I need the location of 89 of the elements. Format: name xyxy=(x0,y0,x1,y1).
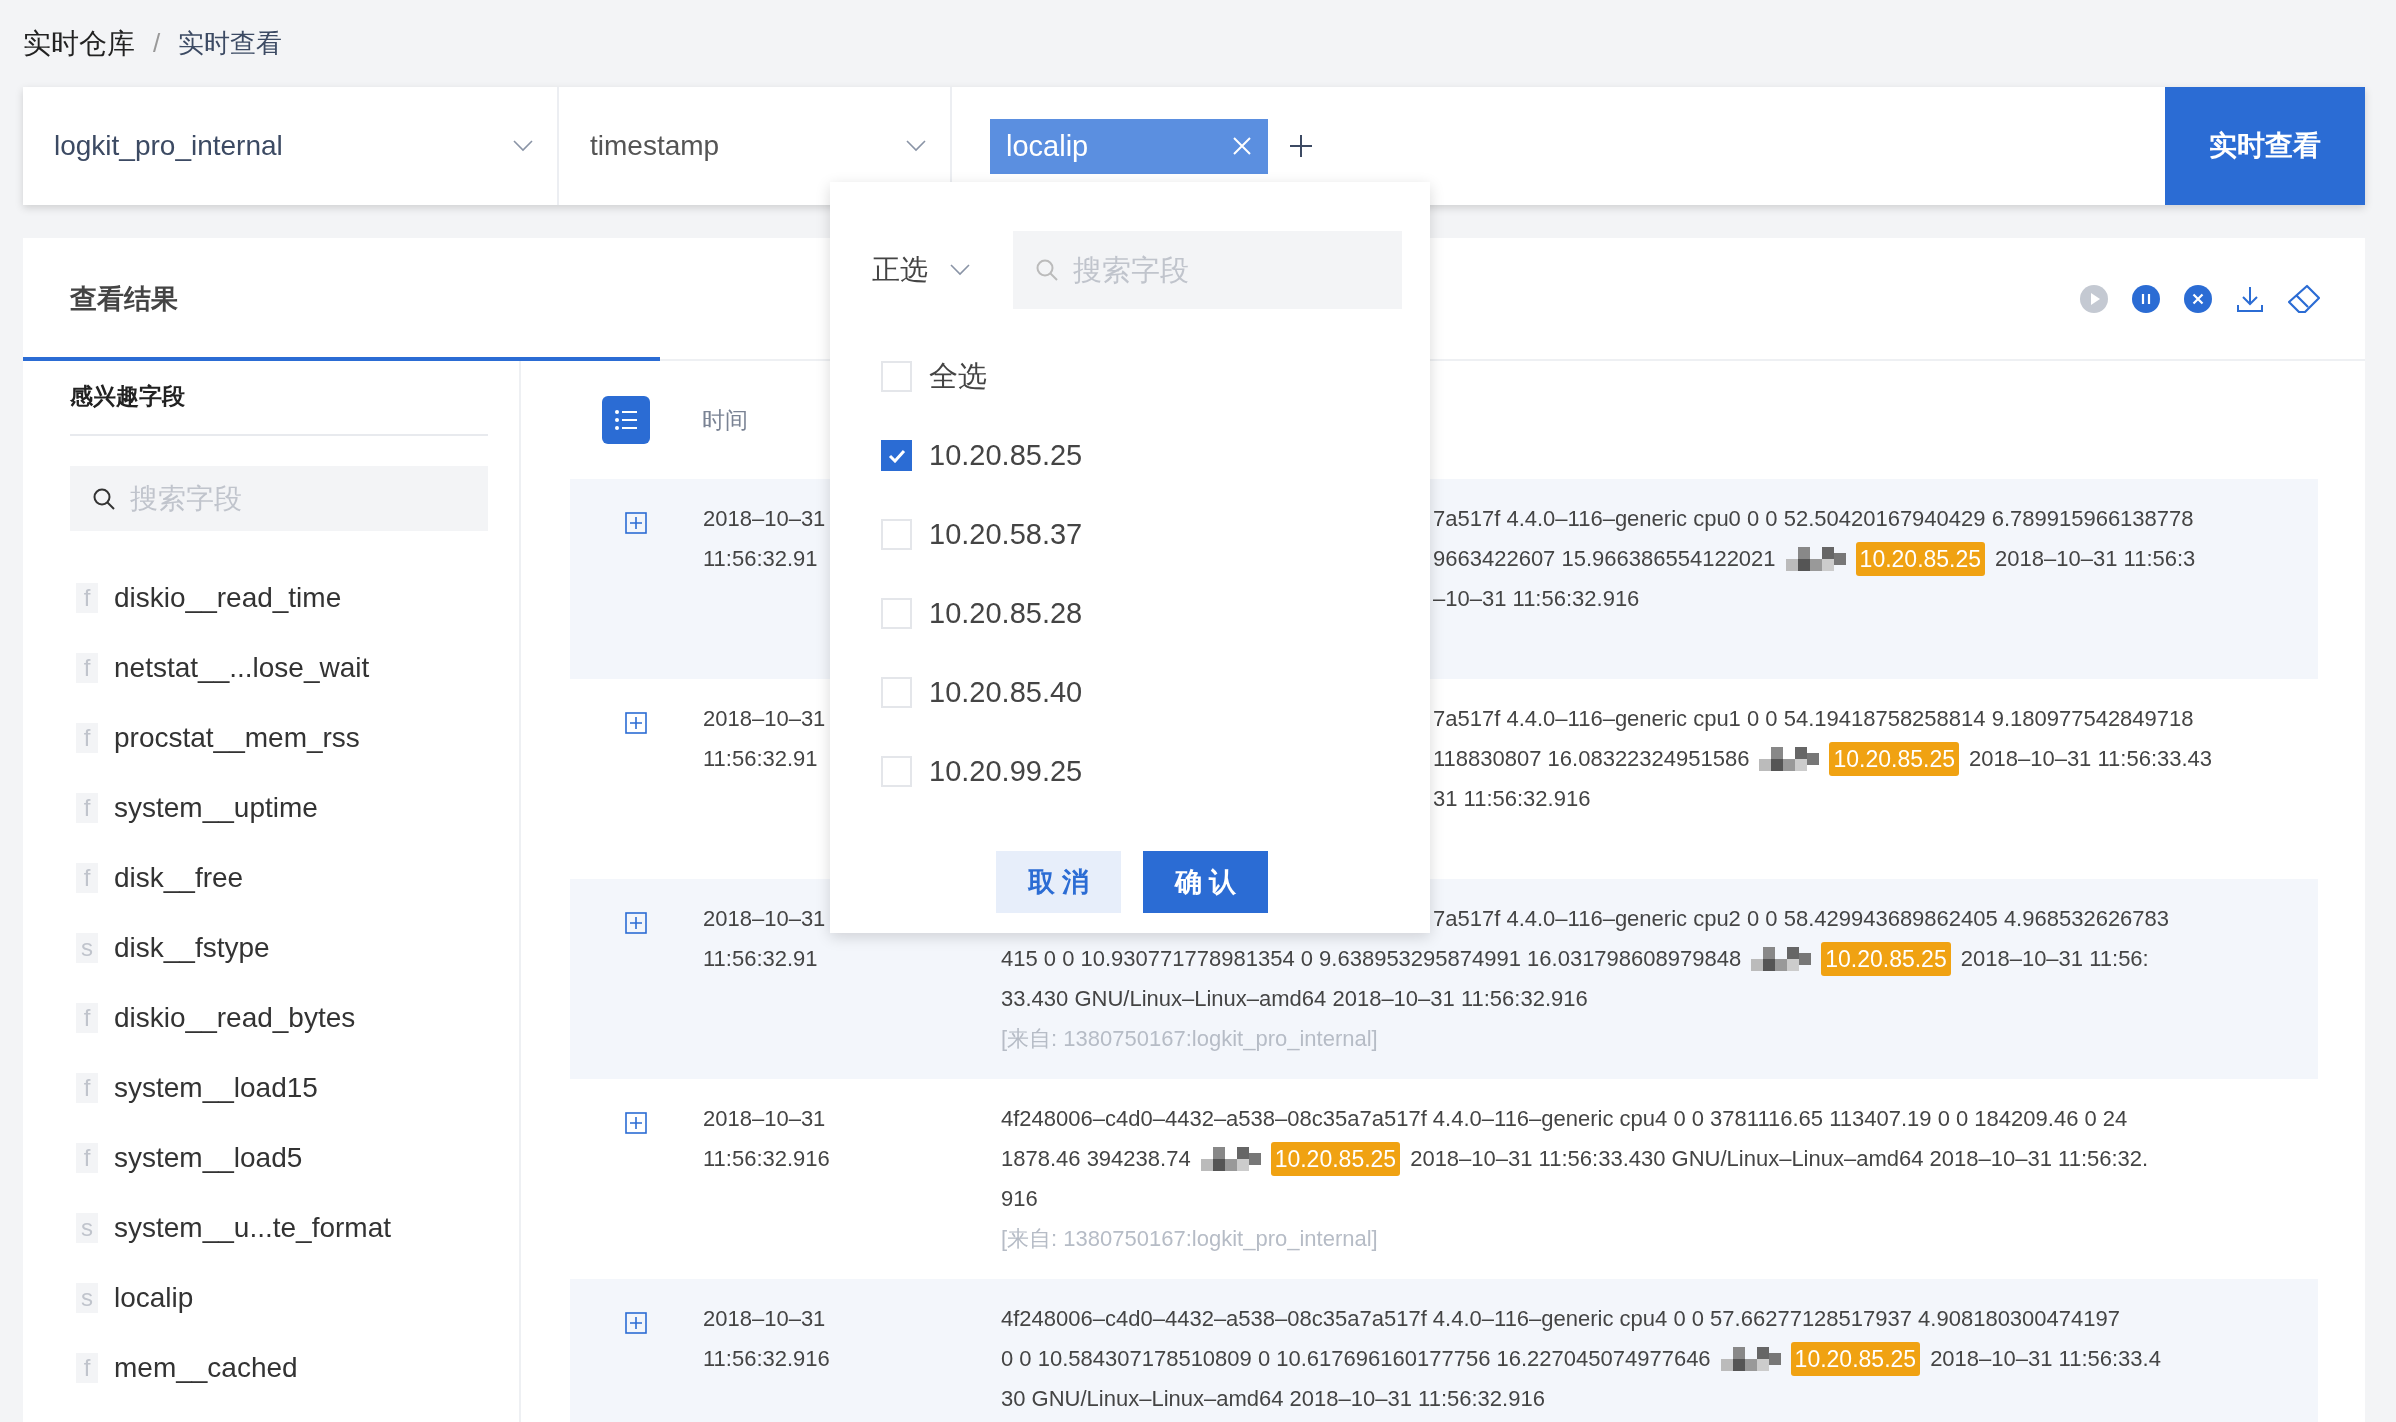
eraser-icon[interactable] xyxy=(2287,283,2321,314)
live-view-button[interactable]: 实时查看 xyxy=(2165,87,2365,205)
results-tab[interactable]: 查看结果 xyxy=(70,280,178,317)
list-icon[interactable] xyxy=(602,396,650,444)
log-text: 2018–10–31 11:56:33.43 xyxy=(1969,745,2213,773)
field-name[interactable]: localip xyxy=(114,1282,194,1314)
log-text: 2018–10–31 11:56:3 xyxy=(1995,545,2196,573)
log-source: [来自: 1380750167:logkit_pro_internal] xyxy=(1001,1026,1378,1051)
field-name[interactable]: disk__fstype xyxy=(114,932,270,964)
field-name[interactable]: system__uptime xyxy=(114,792,318,824)
expand-icon[interactable] xyxy=(625,1112,647,1134)
column-header: 时间 xyxy=(702,405,748,435)
cancel-button[interactable]: 取 消 xyxy=(996,851,1121,913)
log-date: 2018–10–31 xyxy=(703,505,826,533)
log-time: 11:56:32.91 xyxy=(703,745,818,773)
option-label[interactable]: 10.20.85.40 xyxy=(929,676,1083,709)
field-name[interactable]: diskio__read_time xyxy=(114,582,342,614)
log-text: 30 GNU/Linux–Linux–amd64 2018–10–31 11:56:32.916 xyxy=(1001,1385,1545,1413)
option-label[interactable]: 10.20.85.25 xyxy=(929,439,1083,472)
search-icon xyxy=(1035,258,1059,282)
log-date: 2018–10–31 xyxy=(703,705,826,733)
log-text: 118830807 16.08322324951586 xyxy=(1433,745,1750,773)
log-text: 9663422607 15.966386554122021 xyxy=(1433,545,1776,573)
log-text: 4f248006–c4d0–4432–a538–08c35a7a517f 4.4.0–116–generic cpu4 0 0 3781116.65 113407.19 0 0 184209.46 0 24 xyxy=(1001,1105,2128,1133)
check-icon xyxy=(887,448,906,463)
highlight-tag: 10.20.85.25 xyxy=(1790,1342,1921,1376)
pixelated-mark xyxy=(1200,1146,1261,1172)
field-name[interactable]: system__u...te_format xyxy=(114,1212,391,1244)
log-text: 2018–10–31 11:56: xyxy=(1960,945,2149,973)
log-text: 1878.46 394238.74 xyxy=(1001,1145,1191,1173)
log-text: 415 0 0 10.930771778981354 0 9.638953295874991 16.031798608979848 xyxy=(1001,945,1742,973)
repo-select[interactable]: logkit_pro_internal xyxy=(23,87,559,205)
pixelated-mark xyxy=(1759,746,1820,772)
pause-icon[interactable] xyxy=(2131,283,2161,314)
field-name[interactable]: system__load5 xyxy=(114,1142,303,1174)
expand-icon[interactable] xyxy=(625,1312,647,1334)
option-label[interactable]: 全选 xyxy=(929,356,987,397)
search-icon xyxy=(92,486,116,511)
highlight-tag: 10.20.85.25 xyxy=(1821,942,1951,976)
option-label[interactable]: 10.20.99.25 xyxy=(929,755,1083,788)
log-time: 11:56:32.91 xyxy=(703,945,818,973)
fields-title: 感兴趣字段 xyxy=(70,381,488,436)
log-text: 4f248006–c4d0–4432–a538–08c35a7a517f 4.4.0–116–generic cpu4 0 0 57.66277128517937 4.908180300474197 xyxy=(1001,1305,2120,1333)
log-time: 11:56:32.91 xyxy=(703,545,818,573)
field-name[interactable]: diskio__read_bytes xyxy=(114,1002,356,1034)
log-date: 2018–10–31 xyxy=(703,905,826,933)
field-name[interactable]: mem__cached xyxy=(114,1352,298,1384)
log-time: 11:56:32.916 xyxy=(703,1345,830,1373)
highlight-tag: 10.20.85.25 xyxy=(1855,542,1986,576)
chevron-down-icon xyxy=(906,140,926,152)
log-text: –10–31 11:56:32.916 xyxy=(1433,585,1640,613)
log-text: 31 11:56:32.916 xyxy=(1433,785,1591,813)
expand-icon[interactable] xyxy=(625,912,647,934)
chevron-down-icon xyxy=(513,140,533,152)
log-text: 7a517f 4.4.0–116–generic cpu1 0 0 54.19418758258814 9.180977542849718 xyxy=(1433,705,2194,733)
log-time: 11:56:32.916 xyxy=(703,1145,830,1173)
breadcrumb-item[interactable]: 实时查看 xyxy=(178,26,283,61)
log-text: 916 xyxy=(1001,1185,1038,1213)
mode-select[interactable]: 正选 xyxy=(872,251,1000,289)
confirm-button[interactable]: 确 认 xyxy=(1143,851,1268,913)
field-name[interactable]: system__load15 xyxy=(114,1072,318,1104)
pixelated-mark xyxy=(1751,946,1812,972)
pixelated-mark xyxy=(1720,1346,1781,1372)
breadcrumb-separator: / xyxy=(153,28,161,59)
option-label[interactable]: 10.20.85.28 xyxy=(929,597,1083,630)
log-text: 0 0 10.584307178510809 0 10.617696160177756 16.227045074977646 xyxy=(1001,1345,1711,1373)
log-source: [来自: 1380750167:logkit_pro_internal] xyxy=(1001,1226,1378,1251)
plus-icon[interactable] xyxy=(1290,135,1312,157)
chevron-down-icon xyxy=(950,264,970,276)
log-text: 33.430 GNU/Linux–Linux–amd64 2018–10–31 11:56:32.916 xyxy=(1001,985,1588,1013)
close-icon[interactable] xyxy=(2183,283,2213,314)
checkbox[interactable] xyxy=(881,440,912,471)
log-text: 7a517f 4.4.0–116–generic cpu0 0 0 52.50420167940429 6.789915966138778 xyxy=(1433,505,2194,533)
log-text: 2018–10–31 11:56:33.4 xyxy=(1930,1345,2161,1373)
expand-icon[interactable] xyxy=(625,712,647,734)
log-date: 2018–10–31 xyxy=(703,1105,826,1133)
field-name[interactable]: disk__free xyxy=(114,862,244,894)
pixelated-mark xyxy=(1785,546,1846,572)
highlight-tag: 10.20.85.25 xyxy=(1829,742,1959,776)
breadcrumb-item[interactable]: 实时仓库 xyxy=(23,24,135,63)
expand-icon[interactable] xyxy=(625,512,647,534)
highlight-tag: 10.20.85.25 xyxy=(1270,1142,1401,1176)
log-text: 7a517f 4.4.0–116–generic cpu2 0 0 58.429943689862405 4.968532626783 xyxy=(1433,905,2170,933)
close-icon[interactable] xyxy=(1232,136,1252,156)
log-text: 2018–10–31 11:56:33.430 GNU/Linux–Linux–amd64 2018–10–31 11:56:32. xyxy=(1410,1145,2149,1173)
log-date: 2018–10–31 xyxy=(703,1305,826,1333)
field-name[interactable]: netstat__...lose_wait xyxy=(114,652,370,684)
option-label[interactable]: 10.20.58.37 xyxy=(929,518,1083,551)
field-name[interactable]: procstat__mem_rss xyxy=(114,722,360,754)
